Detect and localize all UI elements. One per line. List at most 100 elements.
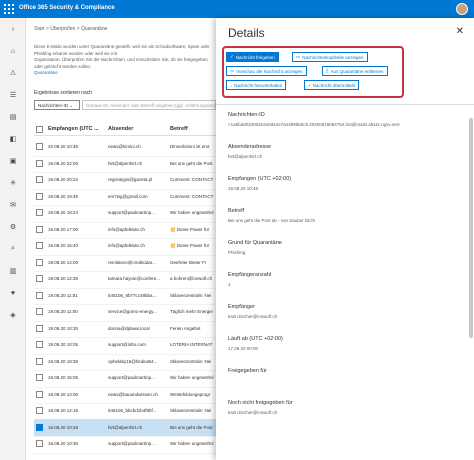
row-checkbox[interactable] xyxy=(36,143,43,150)
row-checkbox[interactable] xyxy=(36,357,43,365)
cell-sender: hirt@alpenhirt.ch xyxy=(108,424,143,430)
remove-label: Aus Quarantäne entfernen xyxy=(330,68,384,74)
row-checkbox[interactable] xyxy=(36,308,43,315)
app-title: Office 365 Security & Compliance xyxy=(19,5,115,11)
breadcrumb-start[interactable]: Start xyxy=(34,26,45,32)
app-launcher-icon[interactable] xyxy=(4,4,14,14)
row-checkbox[interactable] xyxy=(36,407,43,414)
row-checkbox[interactable] xyxy=(36,440,43,447)
field-value: karin.bircher@icewolf.ch xyxy=(228,410,278,415)
data-loss-icon[interactable]: ◧ xyxy=(8,134,18,144)
permissions-icon[interactable]: ☰ xyxy=(8,90,18,100)
field-value: <1a5bdd020002e2e0d44e7a4489bb0c5.2020081… xyxy=(228,122,401,127)
field-value: 1 xyxy=(228,282,231,287)
cell-sender: remitance@creditodar... xyxy=(108,259,156,265)
preview-message-button[interactable]: ▭ Vorschau der Nachricht anzeigen xyxy=(226,66,307,76)
cell-date: 18.08.20 12:16 xyxy=(48,408,79,413)
cell-sender: news@bauundwissen.ch xyxy=(108,391,158,397)
row-checkbox[interactable] xyxy=(36,176,43,183)
classification-icon[interactable]: ▤ xyxy=(8,112,18,122)
sort-select-value: Nachrichten-ID xyxy=(38,103,69,108)
close-icon[interactable]: ✕ xyxy=(456,26,464,37)
reports-icon[interactable]: ▥ xyxy=(8,266,18,276)
solutions-icon[interactable]: ◈ xyxy=(8,310,18,320)
row-checkbox[interactable] xyxy=(36,341,43,348)
row-checkbox[interactable] xyxy=(36,159,43,167)
avatar[interactable] xyxy=(456,3,468,15)
cell-date: 19.08.20 11:00 xyxy=(48,309,78,314)
search-icon[interactable]: ⌕ xyxy=(8,244,18,254)
cell-date: 19.08.20 20:22 xyxy=(48,177,79,182)
download-message-button[interactable]: ↓ Nachricht herunterladen xyxy=(226,80,287,90)
document-icon: ▭ xyxy=(296,54,301,59)
table-row[interactable]: 18.08.20 10:30 support@paulmartinp... Wir … xyxy=(34,435,216,454)
sort-select[interactable]: Nachrichten-ID ⌄ xyxy=(34,100,80,110)
cell-date: 18.08.20 10:48 xyxy=(48,424,79,430)
release-message-button[interactable]: ✓ Nachricht freigeben xyxy=(226,52,279,62)
view-headers-button[interactable]: ▭ Nachrichtenkopfzeile anzeigen xyxy=(292,52,368,62)
records-icon[interactable]: ▣ xyxy=(8,156,18,166)
cell-sender: news@kimini.ch xyxy=(108,144,141,149)
column-received[interactable]: Empfangen (UTC ... xyxy=(48,126,99,132)
remove-from-quarantine-button[interactable]: ▯ Aus Quarantäne entfernen xyxy=(322,66,388,76)
service-icon[interactable]: ♥ xyxy=(8,288,18,298)
field-value: karin.bircher@icewolf.ch xyxy=(228,314,278,319)
quarantine-link[interactable]: Quarantäne xyxy=(34,70,58,75)
field-label: Empfangen (UTC +02:00) xyxy=(228,176,292,182)
alerts-icon[interactable]: ⚠ xyxy=(8,68,18,78)
field-label: Freigegeben für xyxy=(228,368,267,374)
cell-subject: Ferien Angebot xyxy=(170,325,201,331)
select-all-checkbox[interactable] xyxy=(36,126,43,133)
expand-nav-icon[interactable]: › xyxy=(8,24,18,34)
headers-label: Nachrichtenkopfzeile anzeigen xyxy=(302,54,364,60)
cell-subject: Wir haben ungewöhnl xyxy=(170,441,214,446)
preview-icon: ▭ xyxy=(230,68,235,73)
cell-subject: Comment: CONTACT xyxy=(170,193,214,199)
search-input[interactable]: Genaue ID, Absender oder Betreff eingebe… xyxy=(82,100,216,110)
governance-icon[interactable]: ⚙ xyxy=(8,222,18,232)
threat-icon[interactable]: ✳ xyxy=(8,178,18,188)
field-value: 17.09.20 00:00 xyxy=(228,346,259,351)
release-label: Nachricht freigeben xyxy=(235,54,275,60)
breadcrumb-review[interactable]: Überprüfen xyxy=(50,26,75,32)
cell-subject: Wir haben ungewöhnl xyxy=(170,210,214,215)
row-checkbox[interactable] xyxy=(36,423,43,431)
cell-subject: 💥 Deine Power für xyxy=(170,226,210,232)
preview-label: Vorschau der Nachricht anzeigen xyxy=(236,68,303,74)
row-checkbox[interactable] xyxy=(36,192,43,200)
scrollbar[interactable] xyxy=(469,118,473,338)
cell-subject: Sklavenzentrale: Nei xyxy=(170,358,212,364)
submit-message-button[interactable]: + Nachricht übermitteln xyxy=(304,80,360,90)
row-checkbox[interactable] xyxy=(36,324,43,332)
details-title: Details xyxy=(228,26,265,40)
row-checkbox[interactable] xyxy=(36,374,43,381)
field-label: Absenderadresse xyxy=(228,144,272,150)
cell-date: 19.08.20 17:00 xyxy=(48,226,79,232)
cell-subject: Täglich mehr Energie xyxy=(170,309,213,314)
row-checkbox[interactable] xyxy=(36,225,43,233)
row-checkbox[interactable] xyxy=(36,291,43,299)
row-checkbox[interactable] xyxy=(36,390,43,398)
row-checkbox[interactable] xyxy=(36,275,43,282)
mail-flow-icon[interactable]: ✉ xyxy=(8,200,18,210)
row-checkbox[interactable] xyxy=(36,258,43,266)
field-value: 18.08.20 10:48 xyxy=(228,186,259,191)
page-description: Diese E-Mails wurden unter Quarantäne ge… xyxy=(34,44,216,77)
cell-subject: Geehrter Bieter Fr xyxy=(170,259,207,265)
column-subject[interactable]: Betreff xyxy=(170,126,188,132)
cell-subject: Dinnerkimini ist erst xyxy=(170,144,210,149)
row-checkbox[interactable] xyxy=(36,209,43,216)
cell-date: 19.08.20 19:45 xyxy=(48,193,79,199)
cell-date: 20.08.20 10:45 xyxy=(48,144,79,149)
cell-sender: 545106_8b77cc49bba... xyxy=(108,292,157,298)
delete-icon: ▯ xyxy=(326,68,329,73)
home-icon[interactable]: ⌂ xyxy=(8,46,18,56)
column-sender[interactable]: Absender xyxy=(108,126,133,132)
quarantine-page: Start > Überprüfen > Quarantäne Diese E-… xyxy=(26,18,216,460)
cell-sender: 545106_bbcbd1b4f8bf... xyxy=(108,408,157,413)
cell-sender: donna@dplaws.local xyxy=(108,325,150,331)
breadcrumb-separator: > xyxy=(76,26,80,32)
row-checkbox[interactable] xyxy=(36,242,43,249)
download-label: Nachricht herunterladen xyxy=(234,82,283,88)
cell-date: 18.08.20 18:35 xyxy=(48,358,79,364)
